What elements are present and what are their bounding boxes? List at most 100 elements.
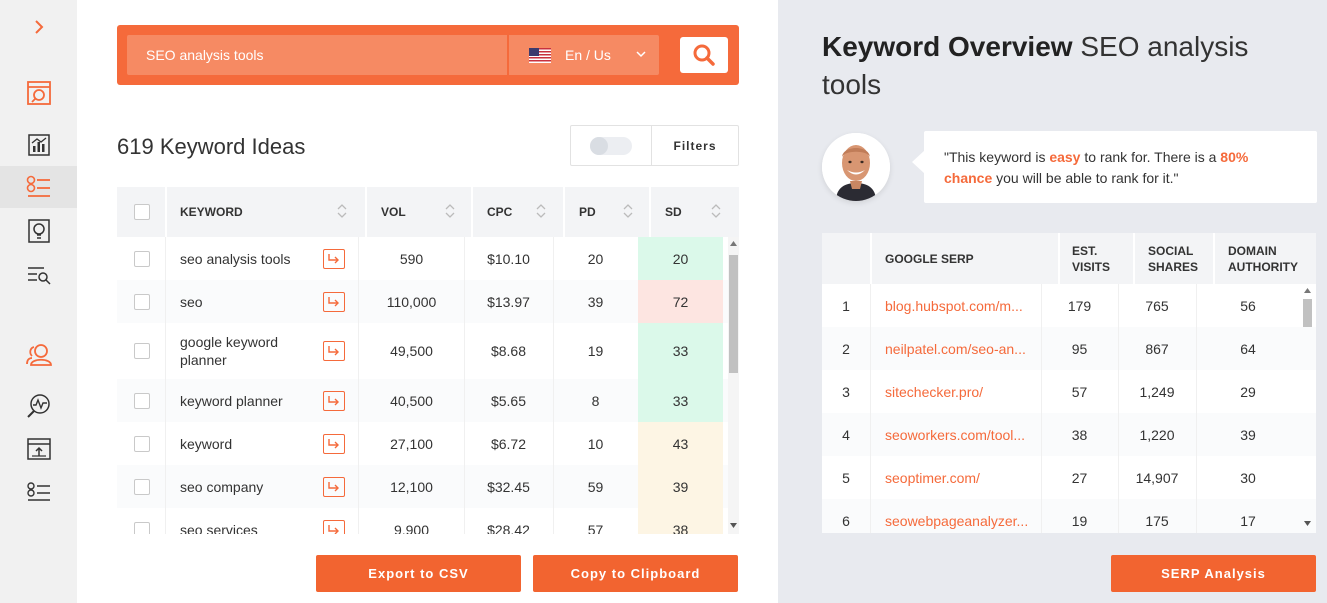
- us-flag-icon: [529, 47, 551, 63]
- row-checkbox[interactable]: [134, 343, 150, 359]
- keyword-row[interactable]: google keyword planner 49,500 $8.68 19 33: [117, 323, 739, 379]
- filters-button[interactable]: Filters: [652, 126, 738, 165]
- column-est-visits: EST. VISITS: [1072, 243, 1111, 274]
- sort-icon[interactable]: [445, 203, 455, 219]
- keyword-row[interactable]: keyword 27,100 $6.72 10 43: [117, 422, 739, 465]
- cpc-cell: $8.68: [490, 343, 527, 359]
- site-audit-icon: [27, 267, 51, 285]
- scrollbar-thumb[interactable]: [1303, 299, 1312, 327]
- select-all-checkbox[interactable]: [134, 204, 150, 220]
- expand-sidebar-button[interactable]: [0, 6, 77, 48]
- avatar: [822, 133, 890, 201]
- row-checkbox[interactable]: [134, 250, 150, 267]
- keyword-row[interactable]: seo analysis tools 590 $10.10 20 20: [117, 237, 739, 280]
- keyword-cell: google keyword planner: [180, 334, 279, 368]
- serp-url-link[interactable]: seoptimer.com/: [885, 456, 980, 499]
- traffic-analyzer-icon: [26, 394, 50, 418]
- sd-cell: 39: [638, 465, 723, 508]
- keyword-row[interactable]: seo 110,000 $13.97 39 72: [117, 280, 739, 323]
- serp-table: GOOGLE SERP EST. VISITS SOCIAL SHARES DO…: [822, 233, 1316, 533]
- column-cpc[interactable]: CPC: [487, 187, 512, 237]
- sidebar-item-overview[interactable]: [0, 124, 77, 166]
- sort-icon[interactable]: [337, 203, 347, 219]
- rank-cell: 2: [842, 340, 850, 357]
- go-to-keyword-icon[interactable]: [323, 248, 345, 269]
- pd-cell: 20: [587, 250, 604, 267]
- row-checkbox[interactable]: [134, 521, 150, 534]
- search-bar: En / Us: [117, 25, 739, 85]
- column-vol[interactable]: VOL: [381, 187, 406, 237]
- serp-analysis-button[interactable]: SERP Analysis: [1111, 555, 1316, 592]
- visits-cell: 38: [1071, 426, 1088, 443]
- row-checkbox[interactable]: [134, 293, 150, 310]
- row-checkbox[interactable]: [134, 392, 150, 409]
- sd-cell: 72: [638, 280, 723, 323]
- keyword-table-scrollbar[interactable]: [728, 237, 739, 534]
- serp-url-link[interactable]: neilpatel.com/seo-an...: [885, 327, 1026, 370]
- serp-table-header: GOOGLE SERP EST. VISITS SOCIAL SHARES DO…: [822, 233, 1316, 284]
- sidebar-item-users[interactable]: [0, 334, 77, 376]
- sort-icon[interactable]: [536, 203, 546, 219]
- sidebar-item-content-ideas[interactable]: [0, 210, 77, 252]
- keyword-cell: seo analysis tools: [180, 250, 291, 267]
- authority-cell: 17: [1240, 512, 1256, 529]
- go-to-keyword-icon[interactable]: [323, 291, 345, 312]
- volume-cell: 110,000: [386, 293, 437, 310]
- volume-cell: 590: [399, 250, 424, 267]
- serp-url-link[interactable]: sitechecker.pro/: [885, 370, 983, 413]
- sidebar-item-traffic-analyzer[interactable]: [0, 385, 77, 427]
- serp-table-scrollbar[interactable]: [1301, 284, 1314, 533]
- serp-url-link[interactable]: blog.hubspot.com/m...: [885, 284, 1023, 327]
- keyword-row[interactable]: keyword planner 40,500 $5.65 8 33: [117, 379, 739, 422]
- column-keyword[interactable]: KEYWORD: [180, 187, 243, 237]
- cpc-cell: $6.72: [490, 435, 527, 452]
- keyword-row[interactable]: seo services 9,900 $28.42 57 38: [117, 508, 739, 534]
- serp-row: 4 seoworkers.com/tool... 38 1,220 39: [822, 413, 1316, 456]
- pd-cell: 10: [587, 435, 604, 452]
- go-to-keyword-icon[interactable]: [323, 390, 345, 411]
- filters-toggle[interactable]: [571, 126, 652, 165]
- go-to-keyword-icon[interactable]: [323, 433, 345, 454]
- pd-cell: 59: [587, 478, 604, 495]
- copy-clipboard-button[interactable]: Copy to Clipboard: [533, 555, 738, 592]
- go-to-keyword-icon[interactable]: [323, 476, 345, 497]
- column-pd[interactable]: PD: [579, 187, 596, 237]
- column-sd[interactable]: SD: [665, 187, 682, 237]
- sort-icon[interactable]: [623, 203, 633, 219]
- difficulty-quote: "This keyword is easy to rank for. There…: [924, 131, 1317, 203]
- filters-control: Filters: [570, 125, 739, 166]
- serp-url-link[interactable]: seowebpageanalyzer...: [885, 499, 1028, 533]
- serp-url-link[interactable]: seoworkers.com/tool...: [885, 413, 1025, 456]
- sidebar-item-site-audit[interactable]: [0, 254, 77, 296]
- cpc-cell: $13.97: [487, 293, 530, 310]
- export-csv-button[interactable]: Export to CSV: [316, 555, 521, 592]
- sidebar-item-dashboard[interactable]: [0, 72, 77, 114]
- cpc-cell: $5.65: [490, 392, 527, 409]
- language-select[interactable]: En / Us: [509, 35, 659, 75]
- rank-cell: 1: [842, 297, 850, 314]
- chevron-right-icon: [34, 20, 43, 34]
- keyword-ideas-icon: [26, 175, 50, 197]
- authority-cell: 56: [1240, 297, 1256, 314]
- sort-icon[interactable]: [711, 203, 721, 219]
- authority-cell: 29: [1240, 383, 1256, 400]
- search-input[interactable]: [127, 35, 507, 75]
- keyword-row[interactable]: seo company 12,100 $32.45 59 39: [117, 465, 739, 508]
- chart-icon: [27, 134, 50, 156]
- go-to-keyword-icon[interactable]: [323, 519, 345, 534]
- sidebar-item-lists[interactable]: [0, 471, 77, 513]
- column-social-shares: SOCIAL SHARES: [1148, 243, 1199, 274]
- cpc-cell: $28.42: [487, 521, 530, 535]
- rank-cell: 3: [842, 383, 850, 400]
- column-google-serp: GOOGLE SERP: [885, 251, 974, 266]
- scrollbar-thumb[interactable]: [729, 255, 738, 373]
- sidebar-item-keyword-ideas[interactable]: [0, 166, 77, 208]
- row-checkbox[interactable]: [134, 435, 150, 452]
- go-to-keyword-icon[interactable]: [323, 341, 345, 361]
- volume-cell: 9,900: [393, 521, 430, 535]
- search-button[interactable]: [680, 37, 728, 73]
- sd-cell: 38: [638, 508, 723, 534]
- sidebar-item-backlinks[interactable]: [0, 428, 77, 470]
- row-checkbox[interactable]: [134, 478, 150, 495]
- cpc-cell: $32.45: [487, 478, 530, 495]
